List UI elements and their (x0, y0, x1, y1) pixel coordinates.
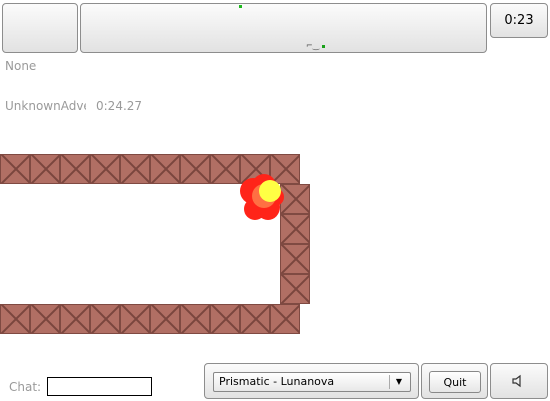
minimap-player-dot (322, 45, 325, 48)
crate-block (0, 304, 30, 334)
crate-block (30, 154, 60, 184)
crate-block (60, 154, 90, 184)
crate-block (150, 304, 180, 334)
quit-button-label: Quit (443, 375, 467, 389)
chat-label: Chat: (9, 380, 42, 394)
minimap-marker (239, 5, 242, 8)
race-timer: 0:23 (490, 3, 548, 38)
track-select[interactable]: Prismatic - Lunanova ▼ (213, 372, 411, 392)
crate-block (240, 304, 270, 334)
score-player-name: UnknownAdventurer (5, 99, 86, 113)
crate-block (180, 154, 210, 184)
crate-block (280, 244, 310, 274)
track-minimap: ⌐‿ (80, 3, 487, 53)
track-select-panel: Prismatic - Lunanova ▼ (204, 363, 419, 399)
track-select-value: Prismatic - Lunanova (219, 375, 335, 388)
crate-block (90, 304, 120, 334)
crate-block (270, 304, 300, 334)
chevron-down-icon[interactable]: ▼ (389, 375, 408, 389)
crate-block (120, 304, 150, 334)
crate-block (0, 154, 30, 184)
crate-block (210, 304, 240, 334)
quit-panel: Quit (421, 363, 488, 399)
minimap-car-icon: ⌐‿ (306, 41, 320, 50)
crate-block (90, 154, 120, 184)
crate-block (180, 304, 210, 334)
score-time: 0:24.27 (96, 99, 143, 113)
crate-block (150, 154, 180, 184)
race-timer-text: 0:23 (504, 13, 534, 28)
crate-block (60, 304, 90, 334)
crate-block (280, 184, 310, 214)
crate-block (280, 214, 310, 244)
crate-block (120, 154, 150, 184)
left-panel (2, 3, 78, 53)
game-area (0, 154, 310, 334)
quit-button[interactable]: Quit (429, 371, 481, 393)
crate-block (280, 274, 310, 304)
speaker-icon (512, 374, 521, 388)
crate-block (30, 304, 60, 334)
sound-toggle-button[interactable] (490, 363, 548, 399)
chat-input[interactable] (47, 377, 152, 396)
crate-block (210, 154, 240, 184)
ball-core (259, 180, 281, 202)
player-status: None (5, 59, 37, 73)
